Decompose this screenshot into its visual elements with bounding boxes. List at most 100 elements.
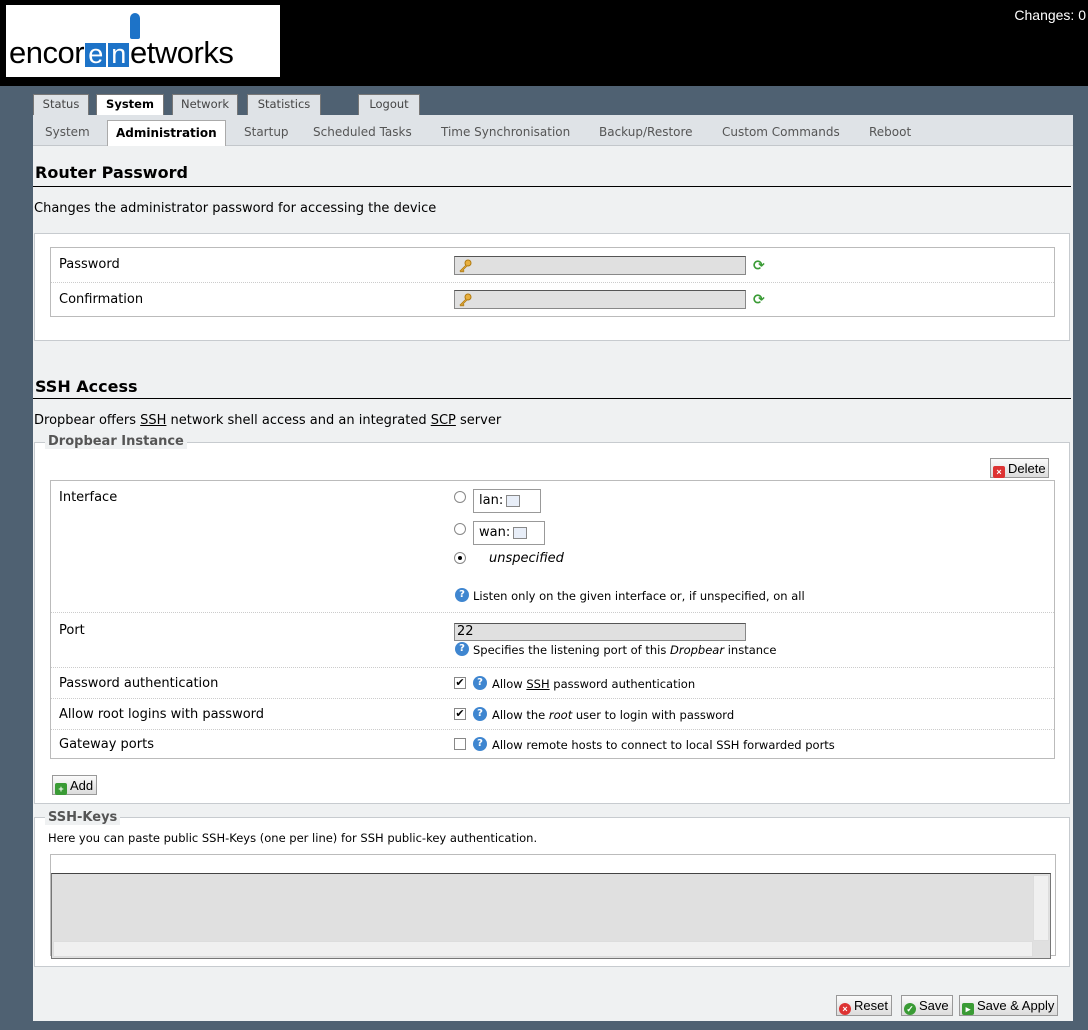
help-icon: ? [473, 737, 487, 751]
add-label: Add [70, 778, 94, 793]
save-icon: ✓ [904, 1003, 916, 1015]
header: encor e n etworks Changes: 0 [0, 0, 1088, 86]
gateway-ports-checkbox[interactable] [454, 738, 466, 750]
interface-radio-unspecified[interactable] [454, 552, 466, 564]
delete-icon: × [993, 466, 1005, 478]
vertical-scrollbar[interactable] [1033, 875, 1049, 941]
logo-letter-n: n [108, 40, 130, 67]
logo-text-left: encor [9, 35, 85, 70]
network-icon [513, 526, 528, 539]
reset-icon: × [839, 1003, 851, 1015]
ssh-keys-legend: SSH-Keys [45, 810, 121, 825]
subnav-administration[interactable]: Administration [107, 120, 226, 146]
interface-lan[interactable]: lan: [473, 489, 541, 513]
gateway-ports-row: Gateway ports ? Allow remote hosts to co… [51, 730, 1054, 760]
password-input[interactable] [454, 256, 746, 275]
desc-text: Dropbear offers [34, 413, 141, 428]
router-password-description: Changes the administrator password for a… [34, 201, 437, 216]
password-auth-label: Password authentication [59, 676, 219, 691]
subnav-backup-restore[interactable]: Backup/Restore [599, 120, 693, 146]
gateway-ports-help: Allow remote hosts to connect to local S… [492, 738, 835, 752]
save-apply-button[interactable]: ▸ Save & Apply [959, 995, 1059, 1016]
divider [33, 186, 1071, 187]
interface-radio-lan[interactable] [454, 491, 466, 503]
help-text: Allow the [492, 708, 549, 722]
reset-button[interactable]: × Reset [836, 995, 892, 1016]
password-auth-checkbox[interactable]: ✔ [454, 677, 466, 689]
ssh-abbr: SSH [140, 413, 167, 428]
help-icon: ? [455, 642, 469, 656]
desc-text: server [455, 413, 502, 428]
refresh-icon[interactable]: ⟳ [753, 293, 767, 307]
logo-text-right: etworks [130, 35, 234, 70]
help-icon: ? [473, 676, 487, 690]
subnav-startup[interactable]: Startup [244, 120, 289, 146]
tab-network[interactable]: Network [172, 94, 238, 115]
subnav-reboot[interactable]: Reboot [869, 120, 911, 146]
dropbear-settings: Interface lan: wan: unspecified ? Listen… [50, 480, 1055, 759]
confirmation-input[interactable] [454, 290, 746, 309]
tab-statistics[interactable]: Statistics [247, 94, 321, 115]
delete-button[interactable]: × Delete [990, 458, 1049, 478]
router-password-section: Password ⟳ Confirmation ⟳ [34, 233, 1070, 341]
password-auth-help: Allow SSH password authentication [492, 677, 695, 691]
ssh-access-description: Dropbear offers SSH network shell access… [34, 413, 501, 428]
subnav-scheduled-tasks[interactable]: Scheduled Tasks [313, 120, 412, 146]
save-label: Save [919, 998, 949, 1013]
add-button[interactable]: + Add [52, 775, 98, 795]
ssh-keys-description: Here you can paste public SSH-Keys (one … [48, 831, 538, 845]
interface-lan-label: lan: [479, 493, 504, 508]
help-emphasis: root [548, 708, 573, 722]
router-password-title: Router Password [35, 163, 188, 182]
root-login-help: Allow the root user to login with passwo… [492, 708, 734, 722]
port-help: Specifies the listening port of this Dro… [473, 643, 776, 657]
logo-text: encor e n etworks [9, 35, 234, 71]
subnav-time-synchronisation[interactable]: Time Synchronisation [441, 120, 570, 146]
reset-label: Reset [854, 998, 888, 1013]
content-area: Router Password Changes the administrato… [33, 146, 1073, 1021]
port-input[interactable]: 22 [454, 623, 746, 641]
password-auth-row: Password authentication ✔ ? Allow SSH pa… [51, 668, 1054, 699]
interface-unspecified-label: unspecified [489, 551, 564, 566]
help-text: instance [724, 643, 777, 657]
help-icon: ? [455, 588, 469, 602]
changes-counter[interactable]: Changes: 0 [1014, 7, 1086, 23]
tab-logout[interactable]: Logout [358, 94, 420, 115]
help-text: user to login with password [572, 708, 735, 722]
confirmation-label: Confirmation [59, 292, 144, 307]
horizontal-scrollbar[interactable] [53, 941, 1033, 957]
save-button[interactable]: ✓ Save [901, 995, 953, 1016]
desc-text: network shell access and an integrated [166, 413, 431, 428]
root-login-checkbox[interactable]: ✔ [454, 708, 466, 720]
port-label: Port [59, 623, 85, 638]
add-icon: + [55, 783, 67, 795]
help-text: password authentication [549, 677, 696, 691]
interface-label: Interface [59, 490, 118, 505]
subnav-system[interactable]: System [45, 120, 90, 146]
key-icon [459, 259, 472, 273]
save-apply-icon: ▸ [962, 1003, 974, 1015]
help-text: Allow [492, 677, 527, 691]
delete-label: Delete [1008, 461, 1046, 476]
port-row: Port 22 ? Specifies the listening port o… [51, 613, 1054, 668]
save-apply-label: Save & Apply [977, 998, 1055, 1013]
logo-letter-e: e [85, 40, 107, 67]
scp-abbr: SCP [430, 413, 456, 428]
interface-radio-wan[interactable] [454, 523, 466, 535]
root-login-label: Allow root logins with password [59, 707, 265, 722]
interface-wan-label: wan: [479, 525, 511, 540]
logo: encor e n etworks [6, 5, 280, 77]
root-login-row: Allow root logins with password ✔ ? Allo… [51, 699, 1054, 730]
gateway-ports-label: Gateway ports [59, 737, 154, 752]
tab-status[interactable]: Status [33, 94, 89, 115]
help-icon: ? [473, 707, 487, 721]
refresh-icon[interactable]: ⟳ [753, 259, 767, 273]
ssh-abbr: SSH [526, 677, 550, 691]
tab-system[interactable]: System [96, 94, 164, 117]
interface-wan[interactable]: wan: [473, 521, 545, 545]
interface-help: Listen only on the given interface or, i… [473, 589, 805, 603]
key-icon [459, 293, 472, 307]
dropbear-instance-section: Dropbear Instance × Delete Interface lan:… [34, 434, 1070, 804]
ssh-access-title: SSH Access [35, 377, 138, 396]
subnav-custom-commands[interactable]: Custom Commands [722, 120, 840, 146]
